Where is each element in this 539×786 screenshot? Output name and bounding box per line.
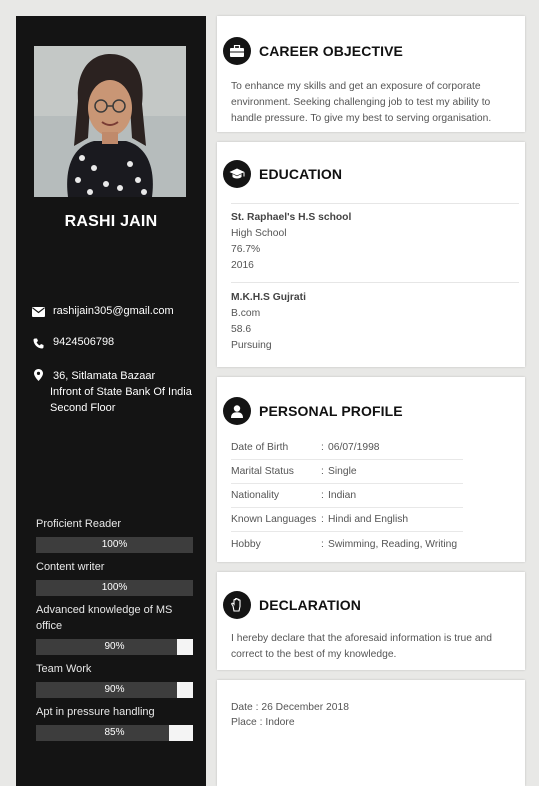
date-value: 26 December 2018 (261, 702, 349, 713)
envelope-icon (30, 305, 46, 319)
score: 58.6 (231, 324, 252, 335)
skill-bar: 85% (36, 725, 193, 741)
profile-value: Indian (328, 490, 357, 501)
place-line: Place : Indore (231, 715, 516, 731)
sidebar: RASHI JAIN rashijain305@gmail.com 942450… (16, 16, 206, 786)
section-header: CAREER OBJECTIVE (223, 37, 403, 65)
degree: B.com (231, 308, 261, 319)
education-entry: St. Raphael's H.S school High School 76.… (231, 210, 519, 274)
section-header: EDUCATION (223, 160, 342, 188)
profile-value: Hindi and English (328, 514, 409, 525)
colon-separator: : (321, 490, 324, 501)
map-marker-icon (30, 368, 46, 382)
address-line: Infront of State Bank Of India (50, 386, 192, 398)
declaration-card: DECLARATION I hereby declare that the af… (217, 572, 525, 670)
profile-row: Marital Status: Single (231, 460, 463, 484)
skill-item: Content writer 100% (36, 559, 199, 596)
skill-percent: 100% (101, 539, 128, 550)
section-header: PERSONAL PROFILE (223, 397, 403, 425)
profile-key: Date of Birth (231, 442, 289, 453)
skill-label: Advanced knowledge of MS office (36, 604, 173, 632)
skills-list: Proficient Reader 100% Content writer 10… (36, 516, 199, 747)
place-value: Indore (265, 717, 295, 728)
skill-item: Advanced knowledge of MS office 90% (36, 602, 199, 655)
profile-row: Hobby: Swimming, Reading, Writing (231, 532, 463, 556)
address-line: 36, Sitlamata Bazaar (53, 370, 156, 382)
profile-row: Date of Birth:06/07/1998 (231, 436, 463, 460)
year: 2016 (231, 260, 254, 271)
address-block: 36, Sitlamata Bazaar Infront of State Ba… (50, 368, 192, 416)
education-card: EDUCATION St. Raphael's H.S school High … (217, 142, 525, 367)
profile-key: Known Languages (231, 514, 317, 525)
address-line: Second Floor (50, 402, 116, 414)
profile-row: Nationality: Indian (231, 484, 463, 508)
section-header: DECLARATION (223, 591, 361, 619)
skill-item: Apt in pressure handling 85% (36, 704, 199, 741)
skill-label: Content writer (36, 561, 105, 573)
graduation-cap-icon (223, 160, 251, 188)
section-title: PERSONAL PROFILE (259, 403, 403, 419)
email-text[interactable]: rashijain305@gmail.com (53, 305, 174, 317)
phone-row: 9424506798 (30, 336, 114, 350)
profile-value: 06/07/1998 (328, 442, 380, 453)
skill-percent: 85% (104, 727, 125, 738)
score: 76.7% (231, 244, 261, 255)
briefcase-icon (223, 37, 251, 65)
place-label: Place : (231, 717, 263, 728)
skill-percent: 100% (101, 582, 128, 593)
colon-separator: : (321, 538, 324, 550)
divider (231, 282, 519, 283)
section-title: EDUCATION (259, 166, 343, 182)
colon-separator: : (321, 514, 324, 525)
section-title: CAREER OBJECTIVE (259, 43, 403, 59)
skill-label: Proficient Reader (36, 518, 121, 530)
skill-bar: 90% (36, 639, 193, 655)
year: Pursuing (231, 340, 272, 351)
user-icon (223, 397, 251, 425)
skill-label: Apt in pressure handling (36, 706, 155, 718)
profile-key: Nationality (231, 490, 280, 501)
school-name: M.K.H.S Gujrati (231, 292, 306, 303)
declaration-text: I hereby declare that the aforesaid info… (231, 633, 493, 660)
profile-key: Marital Status (231, 466, 294, 477)
signoff-card: Date : 26 December 2018 Place : Indore (217, 680, 525, 786)
hand-icon (223, 591, 251, 619)
profile-value: Swimming, Reading, Writing (328, 538, 458, 550)
skill-bar: 90% (36, 682, 193, 698)
skill-bar: 100% (36, 580, 193, 596)
profile-key: Hobby (231, 538, 261, 550)
candidate-name: RASHI JAIN (64, 213, 158, 230)
personal-profile-card: PERSONAL PROFILE Date of Birth:06/07/199… (217, 377, 525, 562)
address-row: 36, Sitlamata Bazaar Infront of State Ba… (30, 368, 192, 416)
skill-label: Team Work (36, 663, 92, 675)
skill-percent: 90% (104, 684, 125, 695)
skill-percent: 90% (104, 641, 125, 652)
profile-value: Single (328, 466, 357, 477)
education-entry: M.K.H.S Gujrati B.com 58.6 Pursuing (231, 290, 519, 354)
colon-separator: : (321, 442, 324, 453)
date-label: Date : (231, 702, 259, 713)
school-name: St. Raphael's H.S school (231, 212, 352, 223)
career-objective-text: To enhance my skills and get an exposure… (231, 81, 492, 124)
email-row: rashijain305@gmail.com (30, 305, 174, 319)
skill-bar: 100% (36, 537, 193, 553)
phone-icon (30, 336, 46, 350)
date-line: Date : 26 December 2018 (231, 700, 516, 716)
colon-separator: : (321, 466, 324, 477)
section-title: DECLARATION (259, 597, 361, 613)
divider (231, 203, 519, 204)
career-objective-card: CAREER OBJECTIVE To enhance my skills an… (217, 16, 525, 132)
phone-text[interactable]: 9424506798 (53, 336, 114, 348)
degree: High School (231, 228, 287, 239)
profile-photo (34, 46, 186, 197)
skill-item: Proficient Reader 100% (36, 516, 199, 553)
skill-item: Team Work 90% (36, 661, 199, 698)
profile-row: Known Languages: Hindi and English (231, 508, 463, 532)
